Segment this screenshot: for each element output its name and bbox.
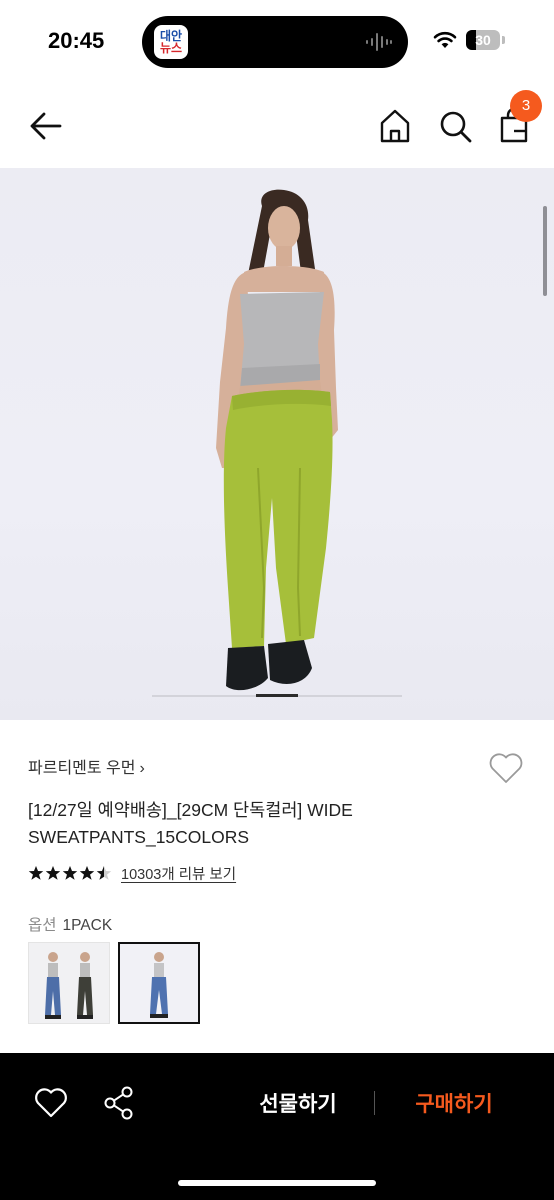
wishlist-button[interactable] (486, 748, 526, 788)
carousel-position-indicator (256, 694, 298, 697)
thumbnail-two-models-image (45, 952, 93, 1019)
audio-wave-icon (366, 33, 392, 51)
wifi-icon (433, 31, 457, 48)
dynamic-island: 대안 뉴스 (142, 16, 408, 68)
arrow-left-icon (30, 112, 62, 140)
option-label: 옵션 (28, 917, 57, 934)
option-value: 1PACK (62, 917, 113, 934)
star-icon (79, 866, 95, 880)
rating-row: 10303개 리뷰 보기 (28, 862, 236, 884)
battery-indicator: 30 (466, 30, 506, 50)
brand-link[interactable]: 파르티멘토 우먼 › (28, 754, 145, 778)
option-row: 옵션 1PACK (28, 913, 112, 935)
model-photo (216, 189, 338, 691)
option-thumbnail-1[interactable] (28, 942, 110, 1024)
product-title: [12/27일 예약배송]_[29CM 단독컬러] WIDE SWEATPANT… (28, 800, 353, 847)
bottom-wishlist-button[interactable] (30, 1083, 72, 1123)
search-icon (440, 111, 472, 143)
gift-button[interactable]: 선물하기 (236, 1083, 360, 1123)
back-button[interactable] (26, 106, 66, 146)
home-indicator[interactable] (178, 1180, 376, 1186)
brand-name: 파르티멘토 우먼 (28, 760, 136, 777)
button-divider (374, 1091, 375, 1115)
battery-cap (502, 36, 505, 44)
image-scrollbar[interactable] (543, 206, 547, 296)
home-button[interactable] (376, 106, 414, 146)
home-icon (380, 109, 410, 143)
cart-count-badge: 3 (510, 90, 542, 122)
review-link[interactable]: 10303개 리뷰 보기 (121, 863, 236, 884)
heart-icon (35, 1088, 67, 1118)
star-icon (45, 866, 61, 880)
star-icon (96, 866, 112, 880)
status-time: 20:45 (48, 28, 105, 53)
thumbnail-single-model-image (150, 952, 168, 1018)
bottom-action-bar: 선물하기 구매하기 (0, 1053, 554, 1200)
news-app-logo: 대안 뉴스 (154, 25, 188, 59)
option-thumbnail-2-selected[interactable] (118, 942, 200, 1024)
search-button[interactable] (436, 106, 474, 146)
star-icon (62, 866, 78, 880)
battery-level: 30 (475, 32, 491, 48)
share-icon (104, 1086, 133, 1120)
product-image[interactable] (0, 168, 554, 720)
nav-header (0, 84, 554, 168)
star-rating (28, 865, 113, 881)
heart-icon (489, 753, 523, 783)
chevron-right-icon: › (139, 760, 145, 777)
share-button[interactable] (98, 1083, 140, 1123)
status-bar: 20:45 대안 뉴스 30 (0, 0, 554, 84)
star-icon (28, 866, 44, 880)
news-logo-line2: 뉴스 (159, 41, 183, 55)
buy-button[interactable]: 구매하기 (392, 1083, 516, 1123)
battery-body: 30 (466, 30, 500, 50)
